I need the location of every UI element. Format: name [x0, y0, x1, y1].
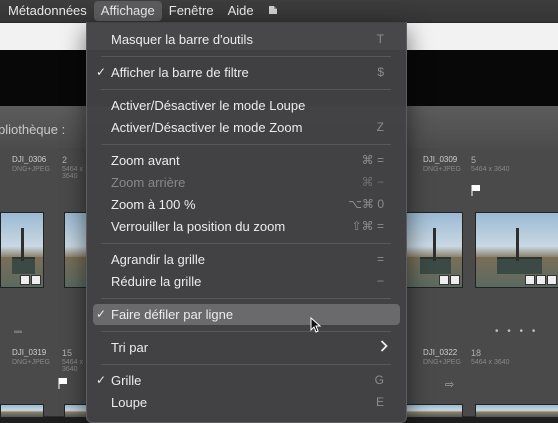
menu-item-reduire-grille[interactable]: Réduire la grille −: [93, 271, 400, 292]
cell-filename: DJI_0309: [423, 155, 458, 164]
menu-item-mode-loupe[interactable]: Activer/Désactiver le mode Loupe: [93, 95, 400, 116]
cell-filetype: DNG+JPEG: [423, 166, 461, 173]
menu-item-label: Tri par: [111, 340, 149, 355]
menu-item-zoom-avant[interactable]: Zoom avant ⌘ =: [93, 150, 400, 171]
photo-thumbnail[interactable]: [0, 212, 44, 288]
submenu-chevron-icon: [380, 339, 388, 356]
menu-separator: [101, 243, 391, 244]
grid-cell[interactable]: 18 5464 x 3640: [465, 342, 558, 418]
cell-filename: DJI_0319: [12, 348, 47, 357]
grid-cell[interactable]: DJI_0319 DNG+JPEG: [0, 342, 57, 418]
photo-thumbnail[interactable]: [64, 212, 88, 288]
cell-filetype: DNG+JPEG: [12, 359, 50, 366]
menu-metadonnees[interactable]: Métadonnées: [0, 0, 94, 22]
menu-item-label: Activer/Désactiver le mode Loupe: [111, 98, 306, 113]
rotate-arrow-icon[interactable]: ⇨: [445, 378, 454, 391]
menu-item-shortcut: G: [374, 373, 384, 387]
grid-cell[interactable]: 2 5464 x 3640: [56, 148, 88, 343]
menu-separator: [101, 144, 391, 145]
flag-icon[interactable]: [471, 184, 481, 196]
menu-item-tri-par[interactable]: Tri par: [93, 337, 400, 358]
flag-icon[interactable]: [58, 377, 68, 389]
menu-item-shortcut: ⇧⌘ =: [351, 219, 384, 233]
menu-item-label: Faire défiler par ligne: [111, 307, 234, 322]
cell-index: 18: [471, 348, 482, 358]
menu-item-loupe[interactable]: Loupe E: [93, 392, 400, 413]
menu-item-shortcut: E: [375, 395, 384, 409]
menu-separator: [101, 364, 391, 365]
menu-item-afficher-barre-filtre[interactable]: ✓ Afficher la barre de filtre $: [93, 62, 400, 83]
cell-index: 2: [62, 155, 68, 165]
menu-item-verrouiller-zoom[interactable]: Verrouiller la position du zoom ⇧⌘ =: [93, 216, 400, 237]
menu-aide[interactable]: Aide: [221, 0, 261, 22]
cell-filename: DJI_0306: [12, 155, 47, 164]
cell-filetype: DNG+JPEG: [12, 166, 50, 173]
cell-filetype: 5464 x 3640: [471, 359, 510, 366]
grid-cell[interactable]: DJI_0322 DNG+JPEG ⇨: [405, 342, 466, 418]
menu-item-mode-zoom[interactable]: Activer/Désactiver le mode Zoom Z: [93, 117, 400, 138]
menu-separator: [101, 56, 391, 57]
menu-item-label: Agrandir la grille: [111, 252, 205, 267]
photo-thumbnail[interactable]: [405, 212, 463, 288]
menu-item-masquer-barre-outils[interactable]: Masquer la barre d'outils T: [93, 29, 400, 50]
library-title: bliothèque :: [0, 122, 66, 137]
menu-item-label: Masquer la barre d'outils: [111, 32, 253, 47]
menu-bar: Métadonnées Affichage Fenêtre Aide: [0, 0, 558, 23]
menu-separator: [101, 89, 391, 90]
menu-item-label: Zoom à 100 %: [111, 197, 196, 212]
menu-item-zoom-100[interactable]: Zoom à 100 % ⌥⌘ 0: [93, 194, 400, 215]
grid-cell[interactable]: 15 5464 x 3640: [56, 342, 88, 418]
cell-index: 15: [62, 348, 73, 358]
cell-filename: DJI_0322: [423, 348, 458, 357]
menu-item-label: Zoom avant: [111, 153, 180, 168]
menu-separator: [101, 298, 391, 299]
comment-icon: ▬: [14, 326, 22, 335]
menu-item-shortcut: T: [376, 32, 384, 46]
menu-item-grille[interactable]: ✓ Grille G: [93, 370, 400, 391]
cell-filetype: DNG+JPEG: [423, 359, 461, 366]
menu-item-label: Afficher la barre de filtre: [111, 65, 249, 80]
rating-dots[interactable]: • • • •: [495, 326, 538, 337]
menu-item-shortcut: ⌘ =: [361, 153, 384, 167]
menu-item-label: Zoom arrière: [111, 175, 186, 190]
cell-filetype: 5464 x 3640: [62, 166, 84, 180]
menu-item-defiler-par-ligne[interactable]: ✓ Faire défiler par ligne: [93, 304, 400, 325]
menu-item-zoom-arriere[interactable]: Zoom arrière ⌘ −: [93, 172, 400, 193]
mouse-cursor-icon: [310, 316, 322, 333]
checkmark-icon: ✓: [96, 307, 107, 321]
menu-item-label: Réduire la grille: [111, 274, 202, 289]
grid-cell[interactable]: DJI_0309 DNG+JPEG: [405, 148, 466, 343]
menu-item-label: Activer/Désactiver le mode Zoom: [111, 120, 303, 135]
menu-item-shortcut: =: [376, 252, 384, 266]
checkmark-icon: ✓: [96, 65, 107, 79]
cell-index: 5: [471, 155, 477, 165]
grid-cell[interactable]: DJI_0306 DNG+JPEG ▬: [0, 148, 57, 343]
menu-separator: [101, 331, 391, 332]
plugin-icon[interactable]: [261, 4, 285, 19]
checkmark-icon: ✓: [96, 373, 107, 387]
cell-filetype: 5464 x 3640: [62, 359, 84, 373]
menu-item-shortcut: ⌘ −: [361, 175, 384, 189]
affichage-dropdown-menu: Masquer la barre d'outils T ✓ Afficher l…: [86, 22, 407, 423]
menu-fenetre[interactable]: Fenêtre: [162, 0, 221, 22]
menu-item-shortcut: $: [377, 65, 384, 79]
menu-item-shortcut: −: [376, 274, 384, 288]
menu-item-shortcut: Z: [376, 120, 384, 134]
menu-item-label: Grille: [111, 373, 142, 388]
menu-item-shortcut: ⌥⌘ 0: [348, 197, 384, 211]
grid-cell[interactable]: 5 5464 x 3640 • • • •: [465, 148, 558, 343]
cell-filetype: 5464 x 3640: [471, 166, 510, 173]
menu-item-label: Verrouiller la position du zoom: [111, 219, 286, 234]
menu-affichage[interactable]: Affichage: [93, 1, 162, 21]
menu-item-agrandir-grille[interactable]: Agrandir la grille =: [93, 249, 400, 270]
menu-item-label: Loupe: [111, 395, 148, 410]
photo-thumbnail[interactable]: [475, 212, 558, 288]
